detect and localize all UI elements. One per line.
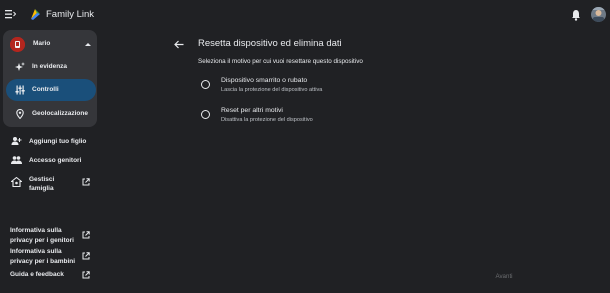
nav-item-controlli[interactable]: Controlli (6, 79, 96, 101)
hamburger-menu-icon[interactable] (5, 9, 16, 19)
external-link-icon (82, 178, 90, 186)
page-subtitle: Seleziona il motivo per cui vuoi resetta… (198, 58, 363, 65)
external-link-icon (82, 252, 90, 260)
nav-item-geolocalizzazione[interactable]: Geolocalizzazione (6, 103, 96, 125)
sidebar-link-label: Aggiungi tuo figlio (29, 138, 87, 145)
option-title: Reset per altri motivi (221, 107, 283, 114)
footer-link-privacy-bambini[interactable]: Informativa sulla privacy per i bambini (10, 247, 98, 267)
group-icon (11, 156, 22, 164)
location-pin-icon (16, 109, 24, 119)
footer-link-privacy-genitori[interactable]: Informativa sulla privacy per i genitori (10, 226, 98, 246)
next-button[interactable]: Avanti (487, 271, 521, 283)
nav-item-label: In evidenza (32, 63, 68, 70)
footer-link-label: Guida e feedback (10, 271, 64, 278)
child-name: Mario (33, 40, 51, 47)
app-title: Family Link (46, 9, 95, 20)
add-person-icon (11, 137, 22, 145)
nav-item-in-evidenza[interactable]: In evidenza (6, 56, 96, 78)
sidebar-link-accesso-genitori[interactable]: Accesso genitori (6, 155, 98, 167)
external-link-icon (82, 271, 90, 279)
footer-link-label: Informativa sulla privacy per i genitori (10, 227, 74, 244)
sidebar-link-label: Gestisci famiglia (29, 176, 55, 192)
account-avatar[interactable] (591, 7, 606, 22)
sliders-icon (15, 85, 25, 95)
page-title: Resetta dispositivo ed elimina dati (198, 38, 342, 49)
child-profile-header[interactable]: Mario (8, 35, 94, 53)
child-profile-card: Mario In evidenza Controlli Geolocalizza… (3, 30, 97, 127)
footer-link-label: Informativa sulla privacy per i bambini (10, 248, 76, 265)
reset-option-other-reasons[interactable]: Reset per altri motivi Disattiva la prot… (200, 107, 400, 127)
chevron-up-icon[interactable] (84, 41, 92, 47)
external-link-icon (82, 231, 90, 239)
home-icon (11, 177, 22, 187)
nav-item-label: Controlli (32, 86, 59, 93)
child-avatar (10, 37, 25, 52)
footer-link-guida-feedback[interactable]: Guida e feedback (10, 270, 98, 282)
sidebar-link-label: Accesso genitori (29, 157, 82, 164)
nav-item-label: Geolocalizzazione (32, 110, 88, 117)
sidebar-link-aggiungi-figlio[interactable]: Aggiungi tuo figlio (6, 136, 98, 148)
top-bar: Family Link (0, 0, 610, 30)
radio-button[interactable] (201, 80, 210, 89)
radio-button[interactable] (201, 110, 210, 119)
reset-option-lost-stolen[interactable]: Dispositivo smarrito o rubato Lascia la … (200, 77, 400, 97)
back-arrow-icon[interactable] (174, 40, 184, 49)
family-link-logo-icon (31, 9, 40, 20)
option-description: Lascia la protezione del dispositivo att… (221, 87, 323, 93)
option-title: Dispositivo smarrito o rubato (221, 77, 308, 84)
sparkle-icon (15, 62, 25, 71)
notifications-bell-icon[interactable] (571, 9, 581, 21)
sidebar-link-gestisci-famiglia[interactable]: Gestisci famiglia (6, 174, 98, 194)
option-description: Disattiva la protezione del dispositivo (221, 117, 313, 123)
